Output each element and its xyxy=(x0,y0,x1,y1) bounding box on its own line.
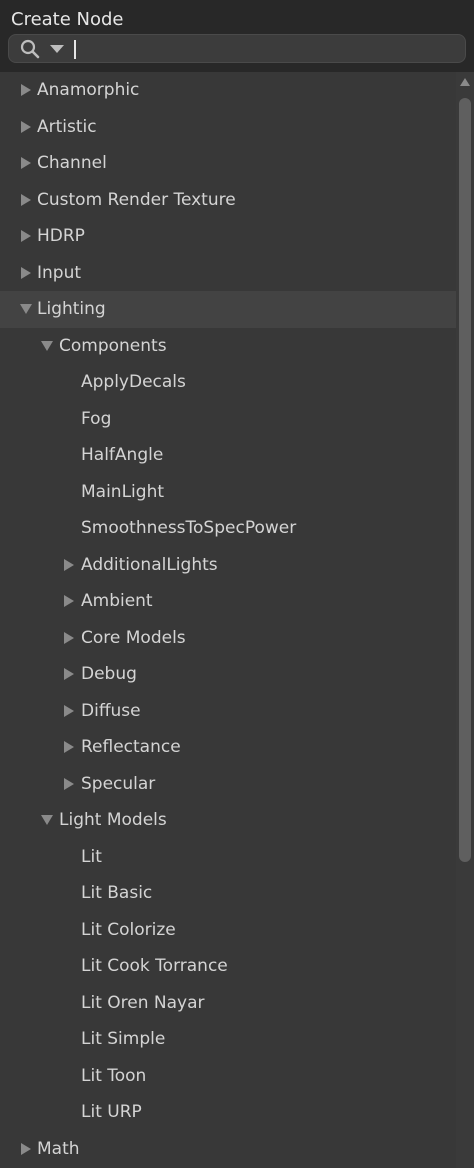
tree-item-label: Core Models xyxy=(81,627,186,648)
tree-item-label: Math xyxy=(37,1138,80,1159)
triangle-right-icon[interactable] xyxy=(19,72,33,109)
tree-item-label: Fog xyxy=(81,408,112,429)
tree-item[interactable]: Lit URP xyxy=(0,1094,456,1131)
tree-item-label: Channel xyxy=(37,153,107,173)
tree-item-label: Diffuse xyxy=(81,700,141,721)
vertical-scrollbar[interactable] xyxy=(456,72,474,1168)
triangle-right-icon[interactable] xyxy=(19,255,33,292)
tree-item-label: AdditionalLights xyxy=(81,554,218,575)
tree-item-label: Lit Colorize xyxy=(81,919,176,940)
tree-item-label: Lit Oren Nayar xyxy=(81,992,205,1013)
tree-item[interactable]: Lit Cook Torrance xyxy=(0,948,456,985)
triangle-right-icon[interactable] xyxy=(19,145,33,182)
tree-item[interactable]: Lit xyxy=(0,839,456,876)
tree-item[interactable]: Light Models xyxy=(0,802,456,839)
triangle-right-icon[interactable] xyxy=(19,1131,33,1168)
triangle-right-icon[interactable] xyxy=(62,766,76,803)
text-caret xyxy=(74,40,76,59)
tree-item-label: Lit Cook Torrance xyxy=(81,956,228,976)
tree-item-label: Lit URP xyxy=(81,1102,142,1122)
tree-item[interactable]: Channel xyxy=(0,145,456,182)
tree-item[interactable]: Core Models xyxy=(0,620,456,657)
tree-item[interactable]: Components xyxy=(0,328,456,365)
triangle-right-icon[interactable] xyxy=(19,218,33,255)
tree-item-label: Specular xyxy=(81,773,156,794)
tree-item[interactable]: Diffuse xyxy=(0,693,456,730)
tree-item[interactable]: MainLight xyxy=(0,474,456,511)
tree-item-label: Components xyxy=(59,335,167,356)
tree-item[interactable]: Lit Colorize xyxy=(0,912,456,949)
header: Create Node xyxy=(0,0,474,72)
tree-item-label: Lit Toon xyxy=(81,1065,147,1086)
tree-item[interactable]: Ambient xyxy=(0,583,456,620)
tree-item[interactable]: Reflectance xyxy=(0,729,456,766)
tree-item-label: Debug xyxy=(81,664,137,684)
tree-item-label: HalfAngle xyxy=(81,445,164,465)
window-title: Create Node xyxy=(11,9,124,30)
tree-item[interactable]: Lit Oren Nayar xyxy=(0,985,456,1022)
tree-item[interactable]: Fog xyxy=(0,401,456,438)
tree-item-label: SmoothnessToSpecPower xyxy=(81,518,297,538)
tree-item[interactable]: Artistic xyxy=(0,109,456,146)
scroll-thumb[interactable] xyxy=(459,98,471,862)
tree-item-label: Input xyxy=(37,262,82,283)
tree-item[interactable]: Anamorphic xyxy=(0,72,456,109)
tree-item[interactable]: Specular xyxy=(0,766,456,803)
tree-item-label: Reflectance xyxy=(81,737,181,757)
triangle-right-icon[interactable] xyxy=(19,109,33,146)
tree-item-label: ApplyDecals xyxy=(81,372,186,392)
triangle-right-icon[interactable] xyxy=(62,620,76,657)
tree-item-label: Light Models xyxy=(59,810,167,830)
tree-item-label: Custom Render Texture xyxy=(37,189,236,210)
tree-item[interactable]: Lit Simple xyxy=(0,1021,456,1058)
tree-item[interactable]: Lit Toon xyxy=(0,1058,456,1095)
triangle-down-icon[interactable] xyxy=(19,291,33,328)
tree-item-label: MainLight xyxy=(81,481,165,502)
tree-item[interactable]: Input xyxy=(0,255,456,292)
triangle-down-icon[interactable] xyxy=(40,328,54,365)
tree-item[interactable]: AdditionalLights xyxy=(0,547,456,584)
node-tree: Anamorphic Artistic Channel Custom Render T… xyxy=(0,72,456,1168)
tree-item[interactable]: HalfAngle xyxy=(0,437,456,474)
tree-item-label: Lighting xyxy=(37,299,106,319)
tree-item[interactable]: Custom Render Texture xyxy=(0,182,456,219)
triangle-right-icon[interactable] xyxy=(62,583,76,620)
triangle-right-icon[interactable] xyxy=(62,729,76,766)
tree-item-label: Lit xyxy=(81,846,102,867)
chevron-down-icon[interactable] xyxy=(50,45,64,54)
create-node-window: Create Node Anamorphic Artistic Channel Cus… xyxy=(0,0,474,1168)
triangle-right-icon[interactable] xyxy=(62,547,76,584)
tree-item-label: Ambient xyxy=(81,591,153,611)
scroll-up-icon[interactable] xyxy=(460,78,470,86)
search-input[interactable] xyxy=(73,36,453,61)
tree-item-label: Anamorphic xyxy=(37,80,140,100)
triangle-right-icon[interactable] xyxy=(62,656,76,693)
search-box[interactable] xyxy=(8,34,466,63)
triangle-right-icon[interactable] xyxy=(62,693,76,730)
tree-item[interactable]: Lit Basic xyxy=(0,875,456,912)
tree-item[interactable]: Debug xyxy=(0,656,456,693)
tree-item[interactable]: Math xyxy=(0,1131,456,1168)
tree-item[interactable]: Lighting xyxy=(0,291,456,328)
tree-item[interactable]: SmoothnessToSpecPower xyxy=(0,510,456,547)
tree-item-label: Lit Basic xyxy=(81,883,153,903)
tree-item-label: HDRP xyxy=(37,226,85,246)
triangle-down-icon[interactable] xyxy=(40,802,54,839)
tree-item-label: Artistic xyxy=(37,116,97,137)
tree-item[interactable]: ApplyDecals xyxy=(0,364,456,401)
tree-item[interactable]: HDRP xyxy=(0,218,456,255)
tree-item-label: Lit Simple xyxy=(81,1029,166,1049)
search-icon[interactable] xyxy=(20,39,40,59)
triangle-right-icon[interactable] xyxy=(19,182,33,219)
